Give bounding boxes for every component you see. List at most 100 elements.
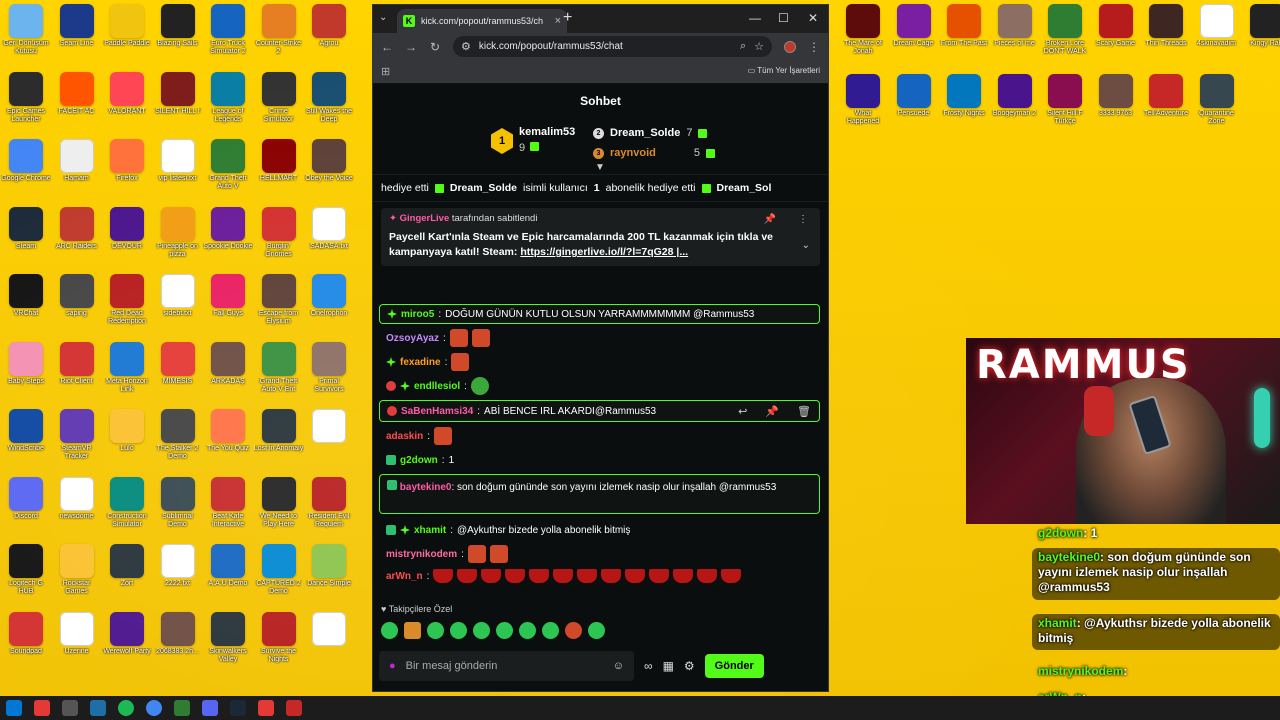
desktop-icon[interactable]: sidebt.txt [153, 274, 203, 326]
desktop-icon[interactable]: HELLMART [254, 139, 304, 191]
chat-message[interactable]: arWn_n: [379, 566, 820, 586]
youtube-icon[interactable] [258, 700, 274, 716]
infinity-icon[interactable]: ∞ [644, 659, 653, 673]
desktop-icon[interactable]: saping [52, 274, 102, 326]
desktop-icon[interactable]: Escape from Elysium [254, 274, 304, 326]
desktop-icon[interactable]: Firefox [102, 139, 152, 191]
close-tab-icon[interactable]: × [555, 15, 561, 27]
tab-search-icon[interactable]: ⌄ [379, 12, 387, 23]
message-user[interactable]: adaskin [386, 431, 423, 442]
desktop-icon[interactable]: Fall Guys [203, 274, 253, 326]
apps-grid-icon[interactable]: ⊞ [381, 65, 390, 78]
desktop-icon[interactable]: Lost in Anomaly [254, 409, 304, 461]
desktop-icon[interactable]: From The Past [939, 4, 989, 56]
leaderboard-third[interactable]: 3 raynvoid 5 [593, 147, 715, 159]
desktop-icon[interactable]: Baby Steps [1, 341, 51, 394]
desktop-icon[interactable]: Lulo [102, 409, 152, 461]
desktop-icon[interactable]: League of Legends [203, 71, 253, 124]
desktop-icon[interactable]: Steam [1, 206, 51, 259]
desktop-icon[interactable]: Seam Line [52, 4, 102, 56]
app-icon[interactable] [174, 700, 190, 716]
emote-icon[interactable] [542, 622, 559, 639]
message-user[interactable]: mistrynikodem [386, 549, 457, 560]
desktop-icon[interactable]: The You Quiz [203, 409, 253, 461]
desktop-icon[interactable]: DEVOUR [102, 206, 152, 259]
desktop-icon[interactable]: Soundpad [1, 611, 51, 664]
browser-tab[interactable]: K kick.com/popout/rammus53/ch × [397, 9, 567, 33]
desktop-icon[interactable]: Geri Dönüşüm Kutusu [1, 4, 51, 56]
desktop-icon[interactable] [304, 409, 354, 461]
all-bookmarks-button[interactable]: ▭ Tüm Yer İşaretleri [748, 66, 820, 75]
desktop-icon[interactable]: Pineapple on pizza [153, 206, 203, 259]
desktop-icon[interactable]: WindScribe [1, 409, 51, 461]
omnibox[interactable]: ⚙ kick.com/popout/rammus53/chat ⌕ ☆ [453, 36, 772, 57]
desktop-icon[interactable]: Zort [102, 544, 152, 596]
chat-message[interactable]: SaBenHamsi34: ABİ BENCE IRL AKARDI@Rammu… [379, 400, 820, 422]
desktop-icon[interactable]: Boogeyman 2 [990, 74, 1040, 126]
pin-icon[interactable]: 📌 [764, 214, 776, 225]
expand-pinned-icon[interactable]: ⌄ [802, 240, 810, 251]
chat-message[interactable]: mistrynikodem: [379, 544, 820, 564]
steam-icon[interactable] [230, 700, 246, 716]
message-user[interactable]: xhamit [414, 525, 446, 536]
explorer-icon[interactable] [62, 700, 78, 716]
message-user[interactable]: endllesiol [414, 381, 460, 392]
send-button[interactable]: Gönder [704, 654, 764, 678]
message-user[interactable]: miroo5 [401, 309, 434, 320]
desktop-icon[interactable]: Thin Threads [1141, 4, 1191, 56]
desktop-icon[interactable]: Riot Client [52, 341, 102, 394]
emote-icon[interactable] [565, 622, 582, 639]
leaderboard-second[interactable]: 2 Dream_Solde 7 [593, 127, 708, 139]
emote-icon[interactable] [381, 622, 398, 639]
desktop-icon[interactable]: Scary Game [1091, 4, 1141, 56]
chat-message[interactable]: fexadine: [379, 352, 820, 372]
voicemeeter-icon[interactable] [34, 700, 50, 716]
desktop-icon[interactable]: Survive the Nights [254, 611, 304, 664]
delete-icon[interactable]: 🗑 [797, 405, 811, 418]
store-icon[interactable]: ▦ [663, 659, 674, 673]
desktop-icon[interactable]: The Mare of Jonah [838, 4, 888, 56]
emote-icon[interactable] [519, 622, 536, 639]
chat-message[interactable]: baytekine0: son doğum gününde son yayını… [379, 474, 820, 514]
back-icon[interactable]: ← [381, 40, 393, 54]
desktop-icon[interactable]: VRChat [1, 274, 51, 326]
chat-message[interactable]: miroo5: DOĞUM GÜNÜN KUTLU OLSUN YARRAMMM… [379, 304, 820, 324]
chat-message[interactable]: adaskin: [379, 426, 820, 446]
chrome-icon[interactable] [146, 700, 162, 716]
desktop-icon[interactable]: What Happened [838, 74, 888, 126]
message-user[interactable]: arWn_n [386, 571, 423, 582]
desktop-icon[interactable]: Üzerine [52, 611, 102, 664]
desktop-icon[interactable]: Skinwalkers Valley [203, 611, 253, 664]
desktop-icon[interactable]: Pensuede [889, 74, 939, 126]
desktop-icon[interactable]: ARC Raiders [52, 206, 102, 259]
desktop-icon[interactable]: Primal Survivors [304, 341, 354, 394]
reply-icon[interactable]: ↩ [738, 405, 747, 418]
message-user[interactable]: OzsoyAyaz [386, 333, 439, 344]
desktop-icon[interactable]: Werewolf Party [102, 611, 152, 664]
settings-gear-icon[interactable]: ⚙ [684, 659, 695, 673]
pinned-message[interactable]: ✦ GingerLive tarafından sabitlendi Payce… [381, 208, 820, 266]
chat-message[interactable]: endllesiol: [379, 376, 820, 396]
desktop-icon[interactable]: Frosty Nights [939, 74, 989, 126]
desktop-icon[interactable] [304, 611, 354, 664]
desktop-icon[interactable]: Grand Theft Auto V [203, 139, 253, 191]
url-text[interactable]: kick.com/popout/rammus53/chat [479, 41, 732, 52]
emote-icon[interactable] [404, 622, 421, 639]
maximize-icon[interactable]: ☐ [778, 11, 789, 25]
desktop-icon[interactable]: Meta Horizon Link [102, 341, 152, 394]
desktop-icon[interactable]: Discord [1, 476, 51, 529]
desktop-icon[interactable]: Sublimnal Demo [153, 476, 203, 529]
desktop-icon[interactable]: Crime Simulator [254, 71, 304, 124]
desktop-icon[interactable]: Kingy Raly [1242, 4, 1280, 56]
desktop-icon[interactable]: Pieces of me [990, 4, 1040, 56]
pin-icon[interactable]: 📌 [765, 405, 779, 418]
message-user[interactable]: baytekine0 [400, 482, 452, 493]
desktop-icon[interactable]: Burglin' Gnomes [254, 206, 304, 259]
desktop-icon[interactable]: FACEIT AC [52, 71, 102, 124]
spotify-icon[interactable] [118, 700, 134, 716]
desktop-icon[interactable]: Still Wakes the Deep [304, 71, 354, 124]
desktop-icon[interactable]: Rockstar Games [52, 544, 102, 596]
pinned-link[interactable]: https://gingerlive.io/l/?l=7qG28 |... [520, 246, 688, 258]
bookmark-star-icon[interactable]: ☆ [754, 40, 764, 53]
desktop-icon[interactable]: Logitech G HUB [1, 544, 51, 596]
